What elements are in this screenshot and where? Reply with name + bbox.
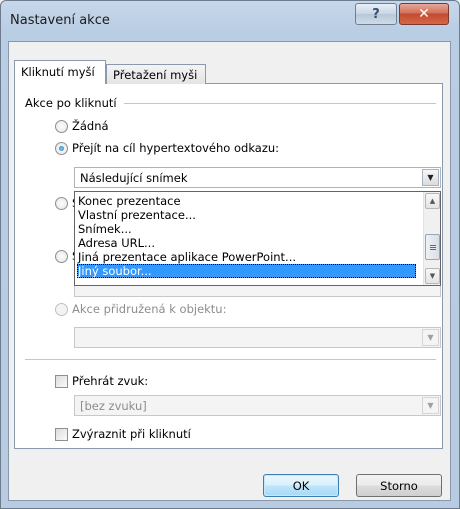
play-sound-checkbox[interactable] [55,375,68,388]
dropdown-arrow-icon: ▼ [422,397,439,414]
play-sound-label[interactable]: Přehrát zvuk: [72,374,148,388]
tab-mouse-over[interactable]: Přetažení myši [106,64,206,84]
dropdown-arrow-icon: ▼ [422,329,439,346]
cancel-button[interactable]: Storno [356,474,442,497]
radio-none-label[interactable]: Žádná [72,119,109,133]
title-bar[interactable]: Nastavení akce ? ✕ [0,0,460,40]
close-button[interactable]: ✕ [399,3,449,25]
scroll-down-icon[interactable]: ▼ [425,268,440,284]
radio-run-macro[interactable] [55,250,68,263]
section-divider [25,359,436,360]
radio-hyperlink-label[interactable]: Přejít na cíl hypertextového odkazu: [72,141,279,155]
help-button[interactable]: ? [355,3,397,25]
radio-hyperlink[interactable] [55,142,68,155]
tab-mouse-click[interactable]: Kliknutí myší [14,60,106,84]
object-action-combo: ▼ [74,327,441,348]
radio-object-action-label[interactable]: Akce přidružená k objektu: [72,302,226,316]
list-item[interactable]: Snímek... [77,222,416,236]
highlight-label[interactable]: Zvýraznit při kliknutí [72,427,191,441]
hyperlink-combo[interactable]: Následující snímek ▼ [74,167,441,188]
list-item-selected[interactable]: Jiný soubor... [77,264,416,278]
ok-button[interactable]: OK [263,474,339,497]
list-item[interactable]: Jiná prezentace aplikace PowerPoint... [77,250,416,264]
hyperlink-dropdown-list[interactable]: Konec prezentace Vlastní prezentace... S… [74,191,441,286]
dropdown-scrollbar[interactable]: ▲ ▼ [423,192,440,285]
dropdown-arrow-icon[interactable]: ▼ [422,169,439,186]
radio-object-action[interactable] [55,303,68,316]
scroll-thumb[interactable] [425,234,440,260]
window-title: Nastavení akce [10,13,110,28]
list-item[interactable]: Vlastní prezentace... [77,208,416,222]
close-icon: ✕ [418,6,430,22]
sound-combo: [bez zvuku] ▼ [74,395,441,416]
action-settings-dialog: Nastavení akce ? ✕ Kliknutí myší Přetaže… [0,0,460,509]
scroll-up-icon[interactable]: ▲ [425,193,440,209]
action-group-label: Akce po kliknutí [25,96,121,110]
list-item[interactable]: Konec prezentace [77,194,416,208]
hyperlink-combo-value: Následující snímek [80,171,188,185]
sound-combo-value: [bez zvuku] [80,399,147,413]
group-divider [124,103,436,104]
help-icon: ? [372,6,380,22]
radio-none[interactable] [55,120,68,133]
highlight-checkbox[interactable] [55,428,68,441]
radio-run-program[interactable] [55,197,68,210]
list-item[interactable]: Adresa URL... [77,236,416,250]
